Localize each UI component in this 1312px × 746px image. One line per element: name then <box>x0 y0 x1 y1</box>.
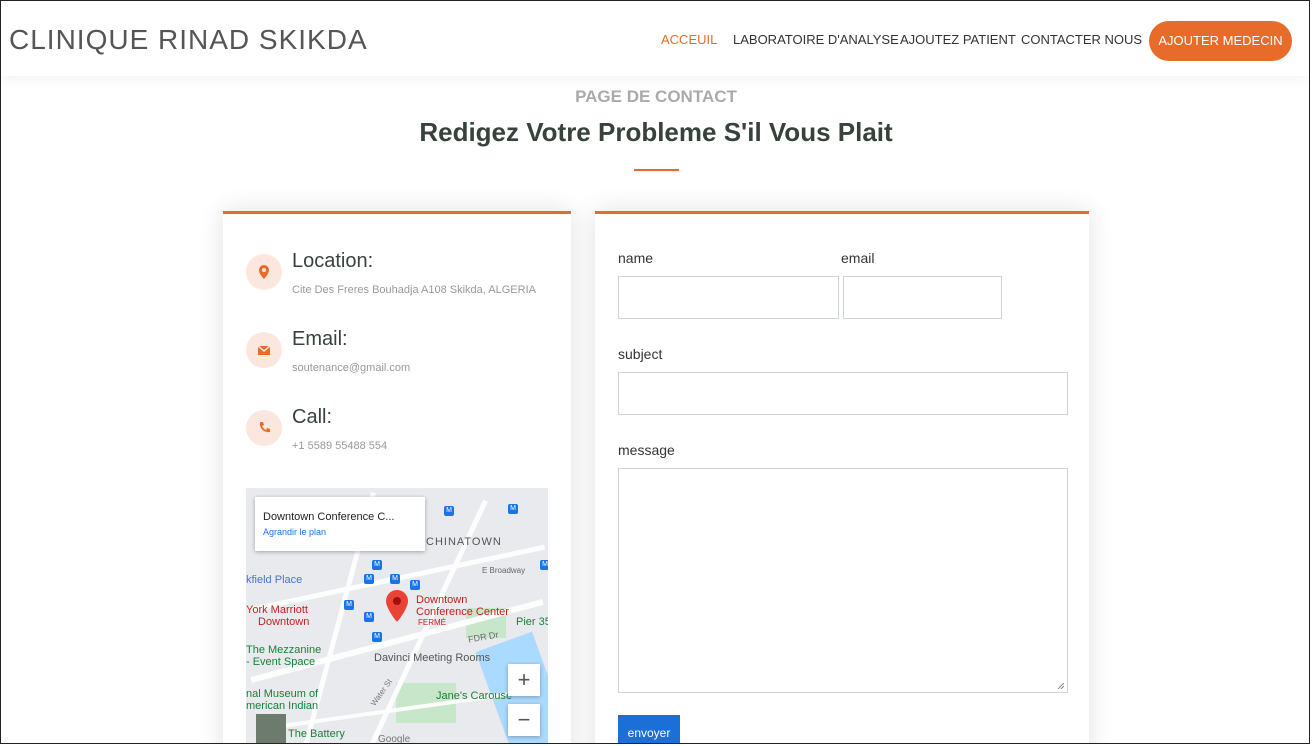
page-frame: CLINIQUE RINAD SKIKDA ACCEUIL LABORATOIR… <box>0 0 1310 744</box>
zoom-in-button[interactable]: + <box>508 664 540 696</box>
phone-icon <box>246 410 282 446</box>
resize-grip-icon[interactable] <box>1056 681 1064 689</box>
enlarge-map-link[interactable]: Agrandir le plan <box>263 527 326 537</box>
nav-laboratoire[interactable]: LABORATOIRE D'ANALYSE <box>733 32 899 47</box>
nav-acceuil[interactable]: ACCEUIL <box>661 32 717 47</box>
contact-info-card: Location: Cite Des Freres Bouhadja A108 … <box>223 211 571 744</box>
map-label-google: Google <box>378 734 411 744</box>
map-marker-icon <box>246 254 282 290</box>
name-field[interactable] <box>618 276 839 319</box>
map-label-mezz1: The Mezzanine <box>246 644 322 656</box>
map-popup-title: Downtown Conference C... <box>263 511 395 523</box>
metro-icon: M <box>508 504 518 514</box>
message-label: message <box>618 442 675 458</box>
nav-ajoutez-patient[interactable]: AJOUTEZ PATIENT <box>900 32 1016 47</box>
metro-icon: M <box>344 600 354 610</box>
section-subtitle: PAGE DE CONTACT <box>575 87 737 106</box>
map-label-mezz2: - Event Space <box>246 656 316 668</box>
map-label-museum1: nal Museum of <box>246 688 319 700</box>
map-label-chinatown: CHINATOWN <box>426 536 502 548</box>
nav-contacter-nous[interactable]: CONTACTER NOUS <box>1021 32 1142 47</box>
location-text: Cite Des Freres Bouhadja A108 Skikda, AL… <box>292 284 536 296</box>
brand-logo[interactable]: CLINIQUE RINAD SKIKDA <box>9 24 368 56</box>
subject-label: subject <box>618 346 663 362</box>
metro-icon: M <box>390 574 400 584</box>
map-label-marriott2: Downtown <box>258 616 310 628</box>
call-text[interactable]: +1 5589 55488 554 <box>292 440 387 452</box>
map-label-battery: The Battery <box>288 728 345 740</box>
name-label: name <box>618 250 654 266</box>
map-popup: Downtown Conference C... Agrandir le pla… <box>255 497 425 551</box>
location-title: Location: <box>292 250 374 272</box>
map-label-conf2: Conference Center <box>416 606 509 618</box>
add-doctor-button[interactable]: AJOUTER MEDECIN <box>1149 21 1292 61</box>
map-label-ferme: FERMÉ <box>418 618 446 627</box>
map-label-broadway: E Broadway <box>482 566 526 575</box>
metro-icon: M <box>364 574 374 584</box>
map-label-fieldplace: kfield Place <box>246 574 303 586</box>
satellite-toggle[interactable] <box>256 714 286 743</box>
metro-icon: M <box>372 560 382 570</box>
map-label-museum2: merican Indian <box>246 700 319 712</box>
page-title: Redigez Votre Probleme S'il Vous Plait <box>419 117 893 147</box>
subject-field[interactable] <box>618 372 1068 415</box>
header: CLINIQUE RINAD SKIKDA ACCEUIL LABORATOIR… <box>1 1 1309 76</box>
map-label-janes: Jane's Carouse <box>436 690 513 702</box>
metro-icon: M <box>540 560 548 570</box>
contact-form-card: name email subject message envoyer <box>595 211 1089 743</box>
metro-icon: M <box>372 632 382 642</box>
metro-icon: M <box>444 506 454 516</box>
metro-icon: M <box>410 580 420 590</box>
submit-button[interactable]: envoyer <box>618 715 680 743</box>
metro-icon: M <box>364 612 374 622</box>
email-label: email <box>841 250 875 266</box>
call-title: Call: <box>292 406 333 428</box>
email-text[interactable]: soutenance@gmail.com <box>292 362 410 374</box>
email-title: Email: <box>292 328 348 350</box>
map-label-conf1: Downtown <box>416 594 468 606</box>
map-marker-pin-icon[interactable] <box>386 590 408 622</box>
envelope-icon <box>246 332 282 368</box>
zoom-out-button[interactable]: − <box>508 704 540 736</box>
map-label-marriott1: York Marriott <box>246 604 308 616</box>
embedded-map[interactable]: M M M M M M M M M M CHINATOWN E Broadway… <box>246 488 548 744</box>
map-label-davinci: Davinci Meeting Rooms <box>374 652 491 664</box>
title-divider <box>634 169 679 171</box>
email-field[interactable] <box>843 276 1002 319</box>
map-label-pier: Pier 35 <box>516 616 548 628</box>
message-textarea[interactable] <box>618 468 1068 693</box>
